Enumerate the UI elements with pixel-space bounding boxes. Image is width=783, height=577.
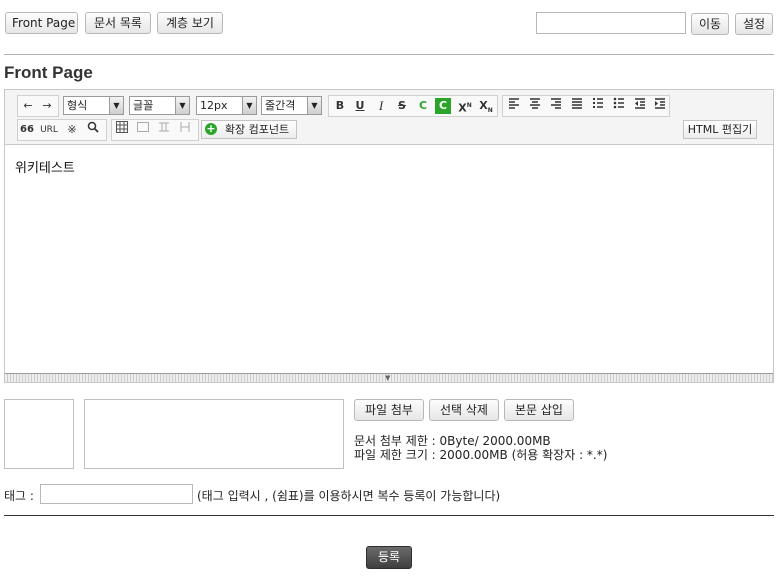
ordered-list-icon[interactable] [589,97,607,115]
line-height-select[interactable]: 줄간격 ▼ [261,96,322,115]
undo-icon[interactable]: ← [19,97,37,115]
align-center-icon[interactable] [526,97,544,115]
chevron-down-icon: ▼ [242,97,256,114]
table-icon[interactable] [113,121,131,139]
align-left-icon[interactable] [505,97,523,115]
outdent-icon[interactable] [631,97,649,115]
split-cells-icon[interactable] [176,121,194,139]
indent-icon[interactable] [651,97,669,115]
font-select-label: 글꼴 [133,99,154,112]
quote-icon[interactable]: 66 [18,121,36,139]
bold-icon[interactable]: B [331,97,349,115]
bottom-divider [4,515,774,516]
merge-cells-icon[interactable] [155,121,173,139]
unordered-list-icon[interactable] [610,97,628,115]
submit-button[interactable]: 등록 [366,546,412,569]
wysiwyg-editor: ← → 형식 ▼ 글꼴 ▼ 12px ▼ 줄간격 ▼ B U I S C C XN XN… [4,89,774,383]
tag-input[interactable] [40,484,193,504]
page-title: Front Page [4,63,93,82]
editor-toolbar: ← → 형식 ▼ 글꼴 ▼ 12px ▼ 줄간격 ▼ B U I S C C XN XN… [5,90,773,145]
html-edit-button[interactable]: HTML 편집기 [683,120,757,139]
strike-icon[interactable]: S [393,97,411,115]
bg-color-icon[interactable]: C [435,98,451,114]
size-select[interactable]: 12px ▼ [196,96,257,115]
page-search-input[interactable] [536,12,686,34]
extension-component-label: 확장 컴포넌트 [224,123,290,136]
url-icon[interactable]: URL [38,121,60,139]
font-color-icon[interactable]: C [414,97,432,115]
find-icon[interactable] [84,121,102,139]
special-char-icon[interactable]: ※ [63,121,81,139]
delete-selected-button[interactable]: 선택 삭제 [429,399,499,421]
top-divider [4,54,774,55]
tree-view-button[interactable]: 계층 보기 [157,12,223,34]
tag-hint: (태그 입력시 , (쉼표)를 이용하시면 복수 등록이 가능합니다) [197,489,501,503]
format-select[interactable]: 형식 ▼ [63,96,124,115]
chevron-down-icon: ▼ [307,97,321,114]
underline-icon[interactable]: U [351,97,369,115]
cell-props-icon[interactable] [134,121,152,139]
attachment-file-list[interactable] [84,399,344,469]
attachment-preview [4,399,74,469]
go-button[interactable]: 이동 [691,13,729,35]
size-select-label: 12px [200,99,228,112]
align-justify-icon[interactable] [568,97,586,115]
subscript-icon-letter: X [479,99,488,112]
chevron-down-icon: ▼ [175,97,189,114]
front-page-button[interactable]: Front Page [5,12,78,34]
italic-icon[interactable]: I [372,97,390,115]
superscript-icon[interactable]: XN [456,97,474,115]
superscript-icon-letter: X [458,101,467,115]
align-right-icon[interactable] [547,97,565,115]
editor-resize-handle[interactable]: ▼ [5,373,773,382]
doc-list-button[interactable]: 문서 목록 [85,12,151,34]
font-select[interactable]: 글꼴 ▼ [129,96,190,115]
subscript-icon[interactable]: XN [477,97,495,115]
file-size-limit: 파일 제한 크기 : 2000.00MB (허용 확장자 : *.*) [354,448,608,462]
redo-icon[interactable]: → [38,97,56,115]
resize-grip-icon: ▼ [385,374,391,382]
tag-label: 태그 : [4,489,34,503]
editor-content[interactable]: 위키테스트 [15,157,75,176]
chevron-down-icon: ▼ [109,97,123,114]
line-height-select-label: 줄간격 [265,99,296,112]
format-select-label: 형식 [67,99,88,112]
insert-into-body-button[interactable]: 본문 삽입 [504,399,574,421]
plus-icon: + [205,122,217,135]
settings-button[interactable]: 설정 [735,13,773,35]
attach-file-button[interactable]: 파일 첨부 [354,399,424,421]
extension-component-button[interactable]: + 확장 컴포넌트 [201,120,297,139]
